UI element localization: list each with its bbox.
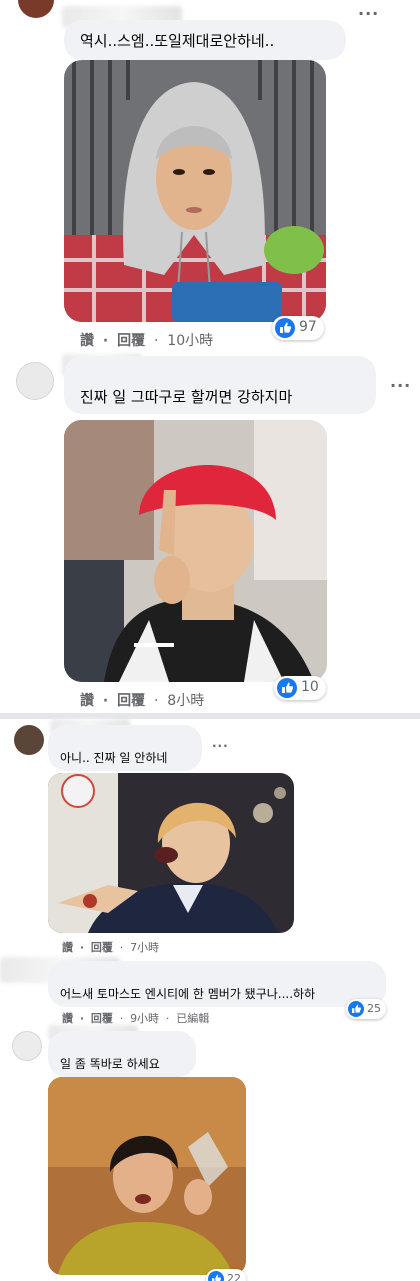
comment-text: 아니.. 진짜 일 안하네	[60, 751, 168, 765]
red-hair-boy-illustration	[64, 420, 327, 682]
comment-text: 역시..스엠..또일제대로안하네..	[80, 32, 275, 50]
comment-bubble: 일 좀 똑바로 하세요	[48, 1031, 196, 1077]
comment-photo[interactable]	[48, 773, 294, 933]
reply-link[interactable]: 回覆	[91, 1010, 113, 1026]
comment-actions: 讚 · 回覆 · 10小時	[80, 330, 213, 350]
reply-link[interactable]: 回覆	[117, 690, 145, 710]
reply-link[interactable]: 回覆	[91, 939, 113, 955]
commenter-avatar[interactable]	[16, 362, 54, 400]
reaction-count[interactable]: 10	[274, 676, 326, 700]
like-icon	[348, 1001, 364, 1017]
comment-3: 아니.. 진짜 일 안하네 ··· 讚 · 回覆 · 7小時	[0, 719, 420, 955]
comment-5: 일 좀 똑바로 하세요 22	[0, 1025, 420, 1281]
comment-actions: 讚 · 回覆 · 7小時	[62, 939, 159, 955]
separator: ·	[153, 333, 159, 349]
like-link[interactable]: 讚	[80, 690, 94, 710]
comment-photo[interactable]	[48, 1077, 246, 1275]
separator: ·	[119, 941, 124, 954]
like-link[interactable]: 讚	[80, 330, 94, 350]
timestamp[interactable]: 7小時	[130, 939, 159, 955]
reaction-number: 25	[367, 1002, 381, 1015]
separator: ·	[79, 1012, 85, 1025]
reaction-count[interactable]: 97	[272, 316, 324, 340]
separator: ·	[79, 941, 85, 954]
like-link[interactable]: 讚	[62, 939, 73, 955]
separator: ·	[153, 693, 159, 709]
like-icon	[277, 678, 297, 698]
timestamp[interactable]: 10小時	[167, 330, 213, 350]
separator: ·	[165, 1012, 170, 1025]
separator: ·	[102, 333, 109, 349]
hooded-boy-illustration	[64, 60, 326, 322]
comment-text: 일 좀 똑바로 하세요	[60, 1057, 160, 1071]
like-icon	[208, 1271, 224, 1281]
comment-actions: 讚 · 回覆 · 8小時	[80, 690, 204, 710]
separator: ·	[119, 1012, 124, 1025]
commenter-avatar[interactable]	[18, 0, 54, 18]
like-icon	[275, 318, 295, 338]
shocked-boy-illustration	[48, 773, 294, 933]
comment-photo[interactable]	[64, 60, 326, 322]
reaction-number: 22	[227, 1272, 241, 1281]
comment-bubble: 아니.. 진짜 일 안하네	[48, 725, 202, 771]
comment-bubble: 진짜 일 그따구로 할꺼면 강하지마	[64, 356, 376, 414]
separator: ·	[102, 693, 109, 709]
timestamp[interactable]: 9小時	[130, 1010, 159, 1026]
more-options-icon[interactable]: ···	[390, 376, 411, 395]
comment-bubble: 역시..스엠..또일제대로안하네..	[64, 20, 346, 60]
reaction-count[interactable]: 25	[346, 999, 386, 1019]
comment-1: 역시..스엠..또일제대로안하네.. ··· 讚 · 回覆 · 10小時 97	[0, 0, 420, 350]
glass-boy-illustration	[48, 1077, 246, 1275]
commenter-avatar[interactable]	[12, 1031, 42, 1061]
comment-4: 어느새 토마스도 엔시티에 한 멤버가 됐구나....하하 讚 · 回覆 · 9…	[0, 955, 420, 1025]
more-options-icon[interactable]: ···	[212, 739, 229, 753]
commenter-avatar[interactable]	[14, 725, 44, 755]
comment-actions: 讚 · 回覆 · 9小時 · 已編輯	[62, 1010, 209, 1026]
comment-text: 어느새 토마스도 엔시티에 한 멤버가 됐구나....하하	[60, 987, 316, 1001]
comment-photo[interactable]	[64, 420, 327, 682]
reaction-number: 10	[301, 679, 319, 695]
like-link[interactable]: 讚	[62, 1010, 73, 1026]
comment-2: 진짜 일 그따구로 할꺼면 강하지마 ··· 讚 · 回覆 · 8小時 10	[0, 350, 420, 715]
timestamp[interactable]: 8小時	[167, 690, 204, 710]
edited-label[interactable]: 已編輯	[176, 1010, 209, 1026]
comment-bubble: 어느새 토마스도 엔시티에 한 멤버가 됐구나....하하	[48, 961, 386, 1007]
reaction-number: 97	[299, 319, 317, 335]
comment-text: 진짜 일 그따구로 할꺼면 강하지마	[80, 388, 293, 406]
more-options-icon[interactable]: ···	[358, 4, 379, 23]
reply-link[interactable]: 回覆	[117, 330, 145, 350]
reaction-count[interactable]: 22	[206, 1269, 246, 1281]
